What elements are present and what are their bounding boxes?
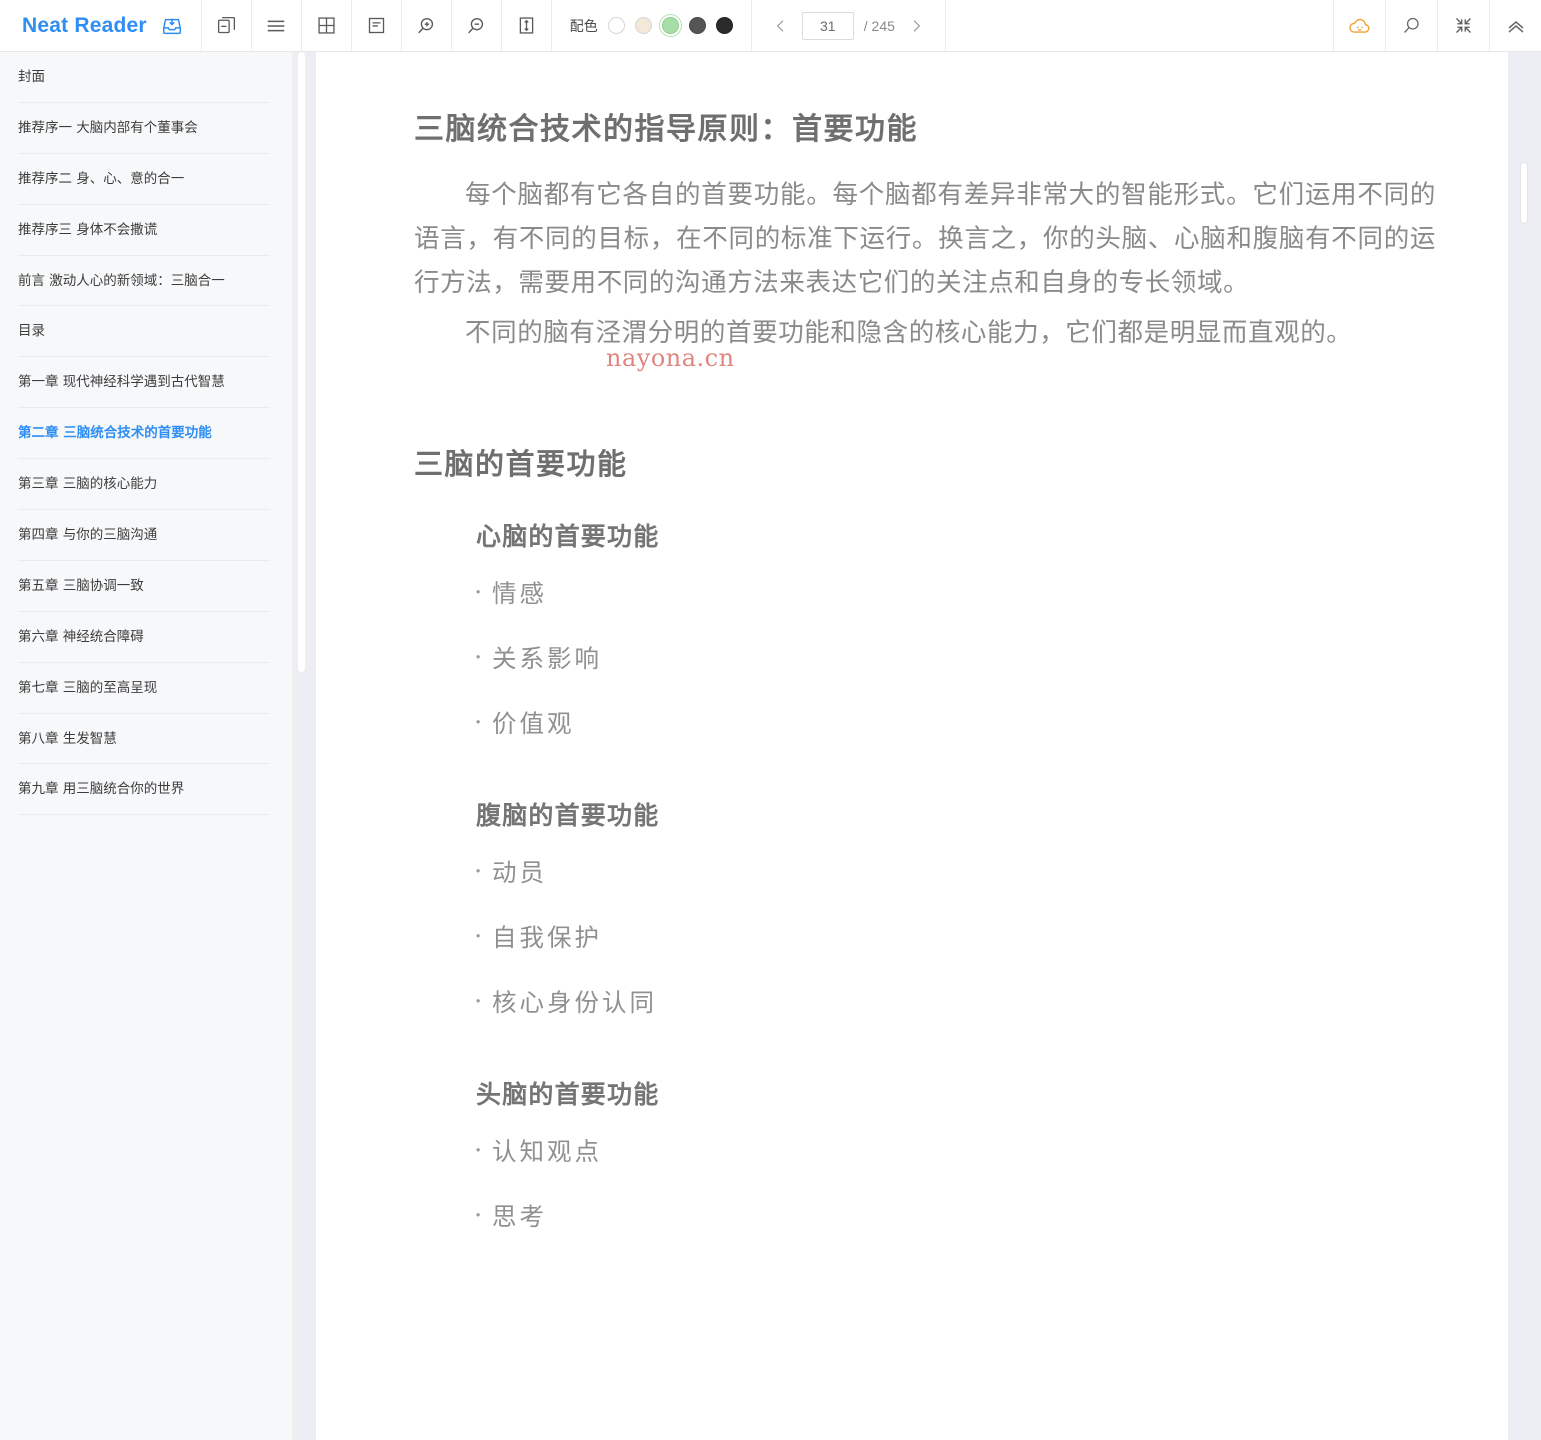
sidebar-item-1[interactable]: 推荐序一 大脑内部有个董事会 xyxy=(0,103,292,154)
paragraph-2: 不同的脑有泾渭分明的首要功能和隐含的核心能力，它们都是明显而直观的。 xyxy=(465,317,1353,348)
sidebar-item-0[interactable]: 封面 xyxy=(0,52,292,103)
fullscreen-exit-icon[interactable] xyxy=(1437,0,1489,51)
book-page: 三脑统合技术的指导原则：首要功能 每个脑都有它各自的首要功能。每个脑都有差异非常… xyxy=(316,52,1508,1329)
toc-item-label: 第二章 三脑统合技术的首要功能 xyxy=(18,425,212,442)
bullet-list-gut: 动员 自我保护 核心身份认同 xyxy=(474,858,1436,1017)
save-to-shelf-icon[interactable] xyxy=(161,15,183,37)
sidebar-item-5[interactable]: 目录 xyxy=(0,306,292,358)
list-item: 认知观点 xyxy=(474,1137,1436,1166)
cloud-sync-icon[interactable] xyxy=(1333,0,1385,51)
theme-swatch-sepia[interactable] xyxy=(634,17,652,34)
chevron-up-icon[interactable] xyxy=(1489,0,1541,51)
toc-item-label: 第四章 与你的三脑沟通 xyxy=(18,527,158,544)
search-icon[interactable] xyxy=(1385,0,1437,51)
bullet-list-head: 认知观点 思考 xyxy=(474,1137,1436,1231)
reader-pane: 三脑统合技术的指导原则：首要功能 每个脑都有它各自的首要功能。每个脑都有差异非常… xyxy=(316,52,1508,1440)
toc-menu-icon[interactable] xyxy=(252,0,302,51)
function-group-gut: 腹脑的首要功能 动员 自我保护 核心身份认同 xyxy=(414,796,1436,1017)
toc-item-label: 第三章 三脑的核心能力 xyxy=(18,476,158,493)
bookshelf-icon[interactable] xyxy=(202,0,252,51)
sidebar-item-13[interactable]: 第八章 生发智慧 xyxy=(0,714,292,765)
toc-item-label: 第九章 用三脑统合你的世界 xyxy=(18,781,185,798)
sidebar-item-6[interactable]: 第一章 现代神经科学遇到古代智慧 xyxy=(0,357,292,409)
toc-item-label: 第七章 三脑的至高呈现 xyxy=(18,679,158,696)
notes-icon[interactable] xyxy=(352,0,402,51)
bullet-list-heart: 情感 关系影响 价值观 xyxy=(474,579,1436,738)
sidebar-item-11[interactable]: 第六章 神经统合障碍 xyxy=(0,612,292,663)
sidebar-item-3[interactable]: 推荐序三 身体不会撒谎 xyxy=(0,205,292,256)
section-heading: 三脑的首要功能 xyxy=(414,447,628,482)
theme-swatch-gray[interactable] xyxy=(688,17,706,34)
toc-sidebar: 封面 推荐序一 大脑内部有个董事会 推荐序二 身、心、意的合一 推荐序三 身体不… xyxy=(0,52,293,1440)
toc-item-label: 推荐序二 身、心、意的合一 xyxy=(18,170,185,187)
zoom-in-icon[interactable] xyxy=(402,0,452,51)
page-title: 三脑统合技术的指导原则：首要功能 xyxy=(414,112,918,147)
subheading-gut: 腹脑的首要功能 xyxy=(476,801,660,831)
list-item: 动员 xyxy=(474,858,1436,887)
brand-area: Neat Reader xyxy=(0,0,202,51)
toc-item-label: 推荐序三 身体不会撒谎 xyxy=(18,221,158,238)
zoom-out-icon[interactable] xyxy=(452,0,502,51)
list-item: 自我保护 xyxy=(474,923,1436,952)
list-item: 关系影响 xyxy=(474,644,1436,673)
toc-item-label: 推荐序一 大脑内部有个董事会 xyxy=(18,119,198,136)
sidebar-scrollbar-thumb[interactable] xyxy=(298,52,305,672)
toc-item-label: 第六章 神经统合障碍 xyxy=(18,628,144,645)
top-toolbar: Neat Reader 配色 31 / 245 xyxy=(0,0,1541,52)
sidebar-item-2[interactable]: 推荐序二 身、心、意的合一 xyxy=(0,154,292,205)
line-height-icon[interactable] xyxy=(502,0,552,51)
theme-swatch-black[interactable] xyxy=(715,17,733,34)
toolbar-right-group xyxy=(1333,0,1541,51)
theme-swatch-green[interactable] xyxy=(661,17,679,34)
toc-item-label: 前言 激动人心的新领域：三脑合一 xyxy=(18,272,225,289)
toolbar-left-group: Neat Reader 配色 31 / 245 xyxy=(0,0,946,51)
sidebar-item-12[interactable]: 第七章 三脑的至高呈现 xyxy=(0,663,292,714)
toc-list: 封面 推荐序一 大脑内部有个董事会 推荐序二 身、心、意的合一 推荐序三 身体不… xyxy=(0,52,292,816)
sidebar-item-10[interactable]: 第五章 三脑协调一致 xyxy=(0,561,292,612)
sidebar-item-8[interactable]: 第三章 三脑的核心能力 xyxy=(0,459,292,510)
sidebar-item-4[interactable]: 前言 激动人心的新领域：三脑合一 xyxy=(0,256,292,307)
paragraph-1: 每个脑都有它各自的首要功能。每个脑都有差异非常大的智能形式。它们运用不同的语言，… xyxy=(414,180,1436,298)
toc-item-label: 第八章 生发智慧 xyxy=(18,730,117,747)
theme-color-group: 配色 xyxy=(552,0,752,51)
subheading-head: 头脑的首要功能 xyxy=(476,1080,660,1110)
main-scrollbar[interactable] xyxy=(1508,52,1541,1440)
theme-swatch-white[interactable] xyxy=(607,17,625,34)
subheading-heart: 心脑的首要功能 xyxy=(476,522,660,552)
app-title: Neat Reader xyxy=(22,13,147,37)
total-pages-label: / 245 xyxy=(863,17,895,34)
page-navigation: / 245 xyxy=(752,0,946,51)
sidebar-scrollbar[interactable] xyxy=(293,52,316,1440)
theme-label: 配色 xyxy=(569,18,598,35)
list-item: 情感 xyxy=(474,579,1436,608)
function-group-head: 头脑的首要功能 认知观点 思考 xyxy=(414,1075,1436,1231)
toc-item-label: 第五章 三脑协调一致 xyxy=(18,577,144,594)
list-item: 价值观 xyxy=(474,709,1436,738)
sidebar-item-9[interactable]: 第四章 与你的三脑沟通 xyxy=(0,510,292,561)
function-group-heart: 心脑的首要功能 情感 关系影响 价值观 xyxy=(414,517,1436,738)
list-item: 思考 xyxy=(474,1202,1436,1231)
page-number-input[interactable] xyxy=(801,11,854,40)
sidebar-item-7[interactable]: 第二章 三脑统合技术的首要功能 xyxy=(0,408,292,460)
list-item: 核心身份认同 xyxy=(474,988,1436,1017)
prev-page-button[interactable] xyxy=(770,12,792,40)
grid-view-icon[interactable] xyxy=(302,0,352,51)
toc-item-label: 第一章 现代神经科学遇到古代智慧 xyxy=(18,374,225,391)
toc-item-label: 目录 xyxy=(18,323,45,340)
toc-item-label: 封面 xyxy=(18,69,45,85)
sidebar-item-14[interactable]: 第九章 用三脑统合你的世界 xyxy=(0,764,292,816)
main-scrollbar-thumb[interactable] xyxy=(1520,162,1528,224)
next-page-button[interactable] xyxy=(905,12,927,40)
